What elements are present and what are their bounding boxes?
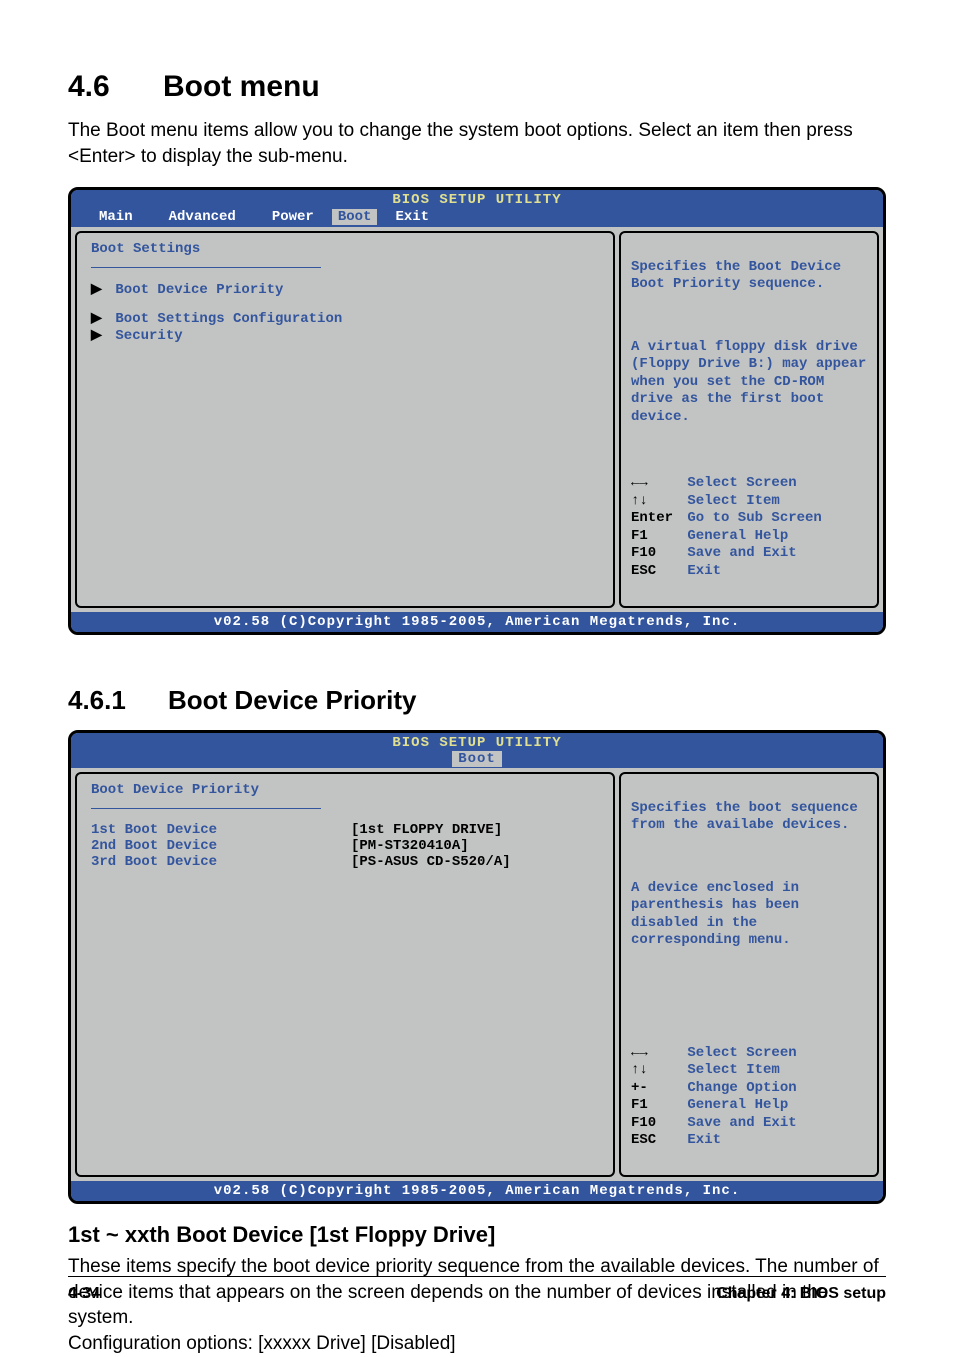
bios-tabs: Main Advanced Power Boot Exit xyxy=(71,209,883,227)
bios-footer: v02.58 (C)Copyright 1985-2005, American … xyxy=(71,1181,883,1201)
key-hint: F10 Save and Exit xyxy=(631,1115,867,1133)
bios-main-panel: Boot Settings ▶ Boot Device Priority ▶ B… xyxy=(75,231,615,608)
panel-title: Boot Settings xyxy=(91,241,599,257)
tab-boot[interactable]: Boot xyxy=(452,751,502,767)
key-hint: ↑↓ Select Item xyxy=(631,1062,867,1080)
divider-line xyxy=(91,808,321,809)
row-3rd-boot[interactable]: 3rd Boot Device [PS-ASUS CD-S520/A] xyxy=(91,854,599,870)
subsection-title-text: Boot Device Priority xyxy=(168,685,417,715)
bios-key-legend: ←→ Select Screen↑↓ Select ItemEnter Go t… xyxy=(631,475,867,580)
key-hint: ←→ Select Screen xyxy=(631,475,867,493)
key-hint: Enter Go to Sub Screen xyxy=(631,510,867,528)
tab-advanced[interactable]: Advanced xyxy=(151,209,254,225)
arrow-icon: ▶ xyxy=(91,310,107,327)
bios-main-panel: Boot Device Priority 1st Boot Device [1s… xyxy=(75,772,615,1177)
chapter-label: Chapter 4: BIOS setup xyxy=(716,1285,886,1303)
section-heading: 4.6Boot menu xyxy=(68,70,886,104)
bios-screen-boot-settings: BIOS SETUP UTILITY Main Advanced Power B… xyxy=(68,187,886,634)
row-2nd-boot[interactable]: 2nd Boot Device [PM-ST320410A] xyxy=(91,838,599,854)
menu-item-boot-settings-configuration[interactable]: ▶ Boot Settings Configuration xyxy=(91,310,599,327)
bios-screen-boot-device-priority: BIOS SETUP UTILITY Boot Boot Device Prio… xyxy=(68,730,886,1205)
bios-header: BIOS SETUP UTILITY Boot xyxy=(71,733,883,769)
help-text-1: Specifies the boot sequence from the ava… xyxy=(631,800,867,835)
arrow-icon: ▶ xyxy=(91,281,107,298)
subsection-heading: 4.6.1Boot Device Priority xyxy=(68,685,886,716)
section-intro: The Boot menu items allow you to change … xyxy=(68,118,886,169)
key-hint: ESC Exit xyxy=(631,1132,867,1150)
bios-header: BIOS SETUP UTILITY xyxy=(71,190,883,209)
bios-key-legend: ←→ Select Screen↑↓ Select Item+- Change … xyxy=(631,1045,867,1150)
bios-help-box: Specifies the Boot Device Boot Priority … xyxy=(619,231,879,608)
bios-help-box: Specifies the boot sequence from the ava… xyxy=(619,772,879,1177)
arrow-icon: ▶ xyxy=(91,327,107,344)
bios-footer: v02.58 (C)Copyright 1985-2005, American … xyxy=(71,612,883,632)
page-number: 4-34 xyxy=(68,1285,100,1303)
key-hint: F1 General Help xyxy=(631,1097,867,1115)
row-1st-boot[interactable]: 1st Boot Device [1st FLOPPY DRIVE] xyxy=(91,822,599,838)
key-hint: +- Change Option xyxy=(631,1080,867,1098)
tab-boot[interactable]: Boot xyxy=(332,209,378,225)
section-number: 4.6 xyxy=(68,70,163,104)
tab-main[interactable]: Main xyxy=(81,209,151,225)
key-hint: F1 General Help xyxy=(631,528,867,546)
item-config: Configuration options: [xxxxx Drive] [Di… xyxy=(68,1331,886,1357)
help-text-2: A device enclosed in parenthesis has bee… xyxy=(631,880,867,950)
divider-line xyxy=(91,267,321,268)
page-footer: 4-34 Chapter 4: BIOS setup xyxy=(68,1276,886,1303)
item-heading: 1st ~ xxth Boot Device [1st Floppy Drive… xyxy=(68,1222,886,1248)
menu-item-boot-device-priority[interactable]: ▶ Boot Device Priority xyxy=(91,281,599,298)
help-text-1: Specifies the Boot Device Boot Priority … xyxy=(631,259,867,294)
key-hint: F10 Save and Exit xyxy=(631,545,867,563)
section-title-text: Boot menu xyxy=(163,70,320,103)
menu-item-security[interactable]: ▶ Security xyxy=(91,327,599,344)
key-hint: ←→ Select Screen xyxy=(631,1045,867,1063)
key-hint: ESC Exit xyxy=(631,563,867,581)
tab-power[interactable]: Power xyxy=(254,209,332,225)
panel-title: Boot Device Priority xyxy=(91,782,599,798)
key-hint: ↑↓ Select Item xyxy=(631,493,867,511)
tab-exit[interactable]: Exit xyxy=(377,209,447,225)
subsection-number: 4.6.1 xyxy=(68,685,168,716)
help-text-2: A virtual floppy disk drive (Floppy Driv… xyxy=(631,339,867,427)
